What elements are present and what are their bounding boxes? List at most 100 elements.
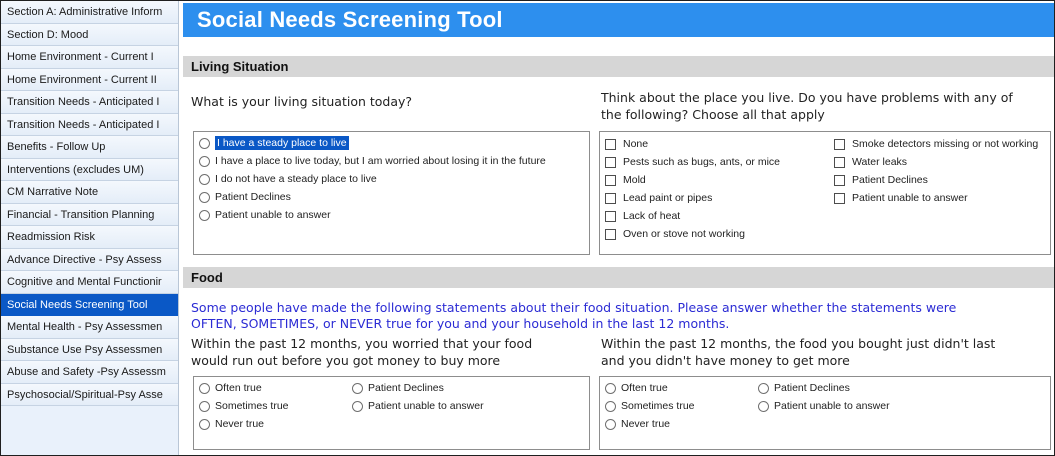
food-header: Food bbox=[183, 267, 1054, 288]
option-label: Patient unable to answer bbox=[215, 209, 331, 221]
option-label: Pests such as bugs, ants, or mice bbox=[623, 156, 780, 168]
sidebar-item-mental-health[interactable]: Mental Health - Psy Assessmen bbox=[1, 316, 178, 339]
food-didnt-last-sometimes-true[interactable]: Sometimes true bbox=[605, 399, 695, 413]
radio-button[interactable] bbox=[199, 418, 210, 430]
checkbox[interactable] bbox=[834, 192, 845, 204]
radio-button[interactable] bbox=[605, 400, 616, 412]
food-intro-line2: OFTEN, SOMETIMES, or NEVER true for you … bbox=[191, 316, 730, 331]
checkbox[interactable] bbox=[605, 210, 616, 222]
application-window: Section A: Administrative Inform Section… bbox=[0, 0, 1055, 456]
checkbox[interactable] bbox=[834, 138, 845, 150]
living-situation-header: Living Situation bbox=[183, 56, 1054, 77]
sidebar-item-home-environment-2[interactable]: Home Environment - Current II bbox=[1, 68, 178, 91]
checkbox[interactable] bbox=[834, 156, 845, 168]
option-label: Sometimes true bbox=[621, 400, 695, 412]
living-option-unable-to-answer[interactable]: Patient unable to answer bbox=[199, 208, 331, 222]
food-didnt-last-question-line1: Within the past 12 months, the food you … bbox=[601, 336, 996, 351]
radio-button[interactable] bbox=[758, 382, 769, 394]
living-option-patient-declines[interactable]: Patient Declines bbox=[199, 190, 291, 204]
option-label: Patient Declines bbox=[852, 174, 928, 186]
problem-option-patient-declines[interactable]: Patient Declines bbox=[834, 173, 928, 187]
checkbox[interactable] bbox=[605, 192, 616, 204]
option-label: Often true bbox=[215, 382, 262, 394]
sidebar-item-financial[interactable]: Financial - Transition Planning bbox=[1, 203, 178, 226]
radio-button[interactable] bbox=[199, 191, 210, 203]
housing-problems-question-line1: Think about the place you live. Do you h… bbox=[601, 90, 1013, 105]
option-label: Never true bbox=[215, 418, 265, 430]
problem-option-unable-to-answer[interactable]: Patient unable to answer bbox=[834, 191, 968, 205]
sidebar-item-transition-needs-1[interactable]: Transition Needs - Anticipated I bbox=[1, 91, 178, 114]
food-worry-never-true[interactable]: Never true bbox=[199, 417, 264, 431]
radio-button[interactable] bbox=[199, 382, 210, 394]
checkbox[interactable] bbox=[605, 138, 616, 150]
option-label: Sometimes true bbox=[215, 400, 289, 412]
problem-option-mold[interactable]: Mold bbox=[605, 173, 646, 187]
living-option-not-steady[interactable]: I do not have a steady place to live bbox=[199, 172, 377, 186]
problem-option-lead-paint[interactable]: Lead paint or pipes bbox=[605, 191, 712, 205]
sidebar-item-interventions[interactable]: Interventions (excludes UM) bbox=[1, 158, 178, 181]
option-label: I have a place to live today, but I am w… bbox=[215, 155, 546, 167]
problem-option-none[interactable]: None bbox=[605, 137, 648, 151]
food-worry-question-line2: would run out before you got money to bu… bbox=[191, 353, 501, 368]
sidebar-item-cm-narrative-note[interactable]: CM Narrative Note bbox=[1, 181, 178, 204]
radio-button[interactable] bbox=[199, 173, 210, 185]
radio-button[interactable] bbox=[605, 418, 616, 430]
option-label: Never true bbox=[621, 418, 671, 430]
food-worry-often-true[interactable]: Often true bbox=[199, 381, 262, 395]
food-worry-unable-to-answer[interactable]: Patient unable to answer bbox=[352, 399, 484, 413]
problem-option-oven-stove[interactable]: Oven or stove not working bbox=[605, 227, 745, 241]
sidebar-nav: Section A: Administrative Inform Section… bbox=[1, 1, 179, 455]
option-label: Patient unable to answer bbox=[368, 400, 484, 412]
radio-button[interactable] bbox=[758, 400, 769, 412]
option-label: I have a steady place to live bbox=[215, 136, 349, 150]
food-didnt-last-question-line2: and you didn't have money to get more bbox=[601, 353, 850, 368]
radio-button[interactable] bbox=[199, 155, 210, 167]
sidebar-item-advance-directive[interactable]: Advance Directive - Psy Assess bbox=[1, 248, 178, 271]
radio-button[interactable] bbox=[605, 382, 616, 394]
radio-button[interactable] bbox=[199, 400, 210, 412]
living-situation-options-box: I have a steady place to live I have a p… bbox=[193, 131, 590, 255]
food-intro-line1: Some people have made the following stat… bbox=[191, 300, 957, 315]
radio-button[interactable] bbox=[352, 400, 363, 412]
food-worry-options-box: Often true Sometimes true Never true Pat… bbox=[193, 376, 590, 450]
food-worry-patient-declines[interactable]: Patient Declines bbox=[352, 381, 444, 395]
radio-button[interactable] bbox=[199, 209, 210, 221]
sidebar-item-abuse-safety[interactable]: Abuse and Safety -Psy Assessm bbox=[1, 361, 178, 384]
radio-button[interactable] bbox=[352, 382, 363, 394]
checkbox[interactable] bbox=[834, 174, 845, 186]
living-option-steady[interactable]: I have a steady place to live bbox=[199, 136, 349, 150]
problem-option-lack-of-heat[interactable]: Lack of heat bbox=[605, 209, 680, 223]
problem-option-smoke-detectors[interactable]: Smoke detectors missing or not working bbox=[834, 137, 1038, 151]
option-label: Mold bbox=[623, 174, 646, 186]
sidebar-item-readmission-risk[interactable]: Readmission Risk bbox=[1, 226, 178, 249]
problem-option-water-leaks[interactable]: Water leaks bbox=[834, 155, 907, 169]
sidebar-item-benefits[interactable]: Benefits - Follow Up bbox=[1, 136, 178, 159]
sidebar-item-substance-use[interactable]: Substance Use Psy Assessmen bbox=[1, 338, 178, 361]
sidebar-item-psychosocial-spiritual[interactable]: Psychosocial/Spiritual-Psy Asse bbox=[1, 383, 178, 406]
sidebar-item-transition-needs-2[interactable]: Transition Needs - Anticipated I bbox=[1, 113, 178, 136]
food-didnt-last-unable-to-answer[interactable]: Patient unable to answer bbox=[758, 399, 890, 413]
living-option-worried[interactable]: I have a place to live today, but I am w… bbox=[199, 154, 546, 168]
food-didnt-last-patient-declines[interactable]: Patient Declines bbox=[758, 381, 850, 395]
food-worry-question: Within the past 12 months, you worried t… bbox=[191, 335, 601, 369]
sidebar-item-social-needs-screening[interactable]: Social Needs Screening Tool bbox=[1, 293, 178, 316]
housing-problems-question-line2: the following? Choose all that apply bbox=[601, 107, 825, 122]
option-label: Lead paint or pipes bbox=[623, 192, 713, 204]
checkbox[interactable] bbox=[605, 174, 616, 186]
option-label: Lack of heat bbox=[623, 210, 681, 222]
option-label: Patient Declines bbox=[368, 382, 444, 394]
checkbox[interactable] bbox=[605, 156, 616, 168]
option-label: Patient unable to answer bbox=[852, 192, 968, 204]
sidebar-item-cognitive-mental[interactable]: Cognitive and Mental Functionir bbox=[1, 271, 178, 294]
problem-option-pests[interactable]: Pests such as bugs, ants, or mice bbox=[605, 155, 780, 169]
checkbox[interactable] bbox=[605, 228, 616, 240]
food-worry-sometimes-true[interactable]: Sometimes true bbox=[199, 399, 289, 413]
radio-button[interactable] bbox=[199, 137, 210, 149]
food-didnt-last-never-true[interactable]: Never true bbox=[605, 417, 670, 431]
food-didnt-last-often-true[interactable]: Often true bbox=[605, 381, 668, 395]
option-label: Patient Declines bbox=[774, 382, 850, 394]
housing-problems-options-box: None Pests such as bugs, ants, or mice M… bbox=[599, 131, 1051, 255]
sidebar-item-administrative-information[interactable]: Section A: Administrative Inform bbox=[1, 1, 178, 24]
sidebar-item-mood[interactable]: Section D: Mood bbox=[1, 23, 178, 46]
sidebar-item-home-environment-1[interactable]: Home Environment - Current I bbox=[1, 46, 178, 69]
